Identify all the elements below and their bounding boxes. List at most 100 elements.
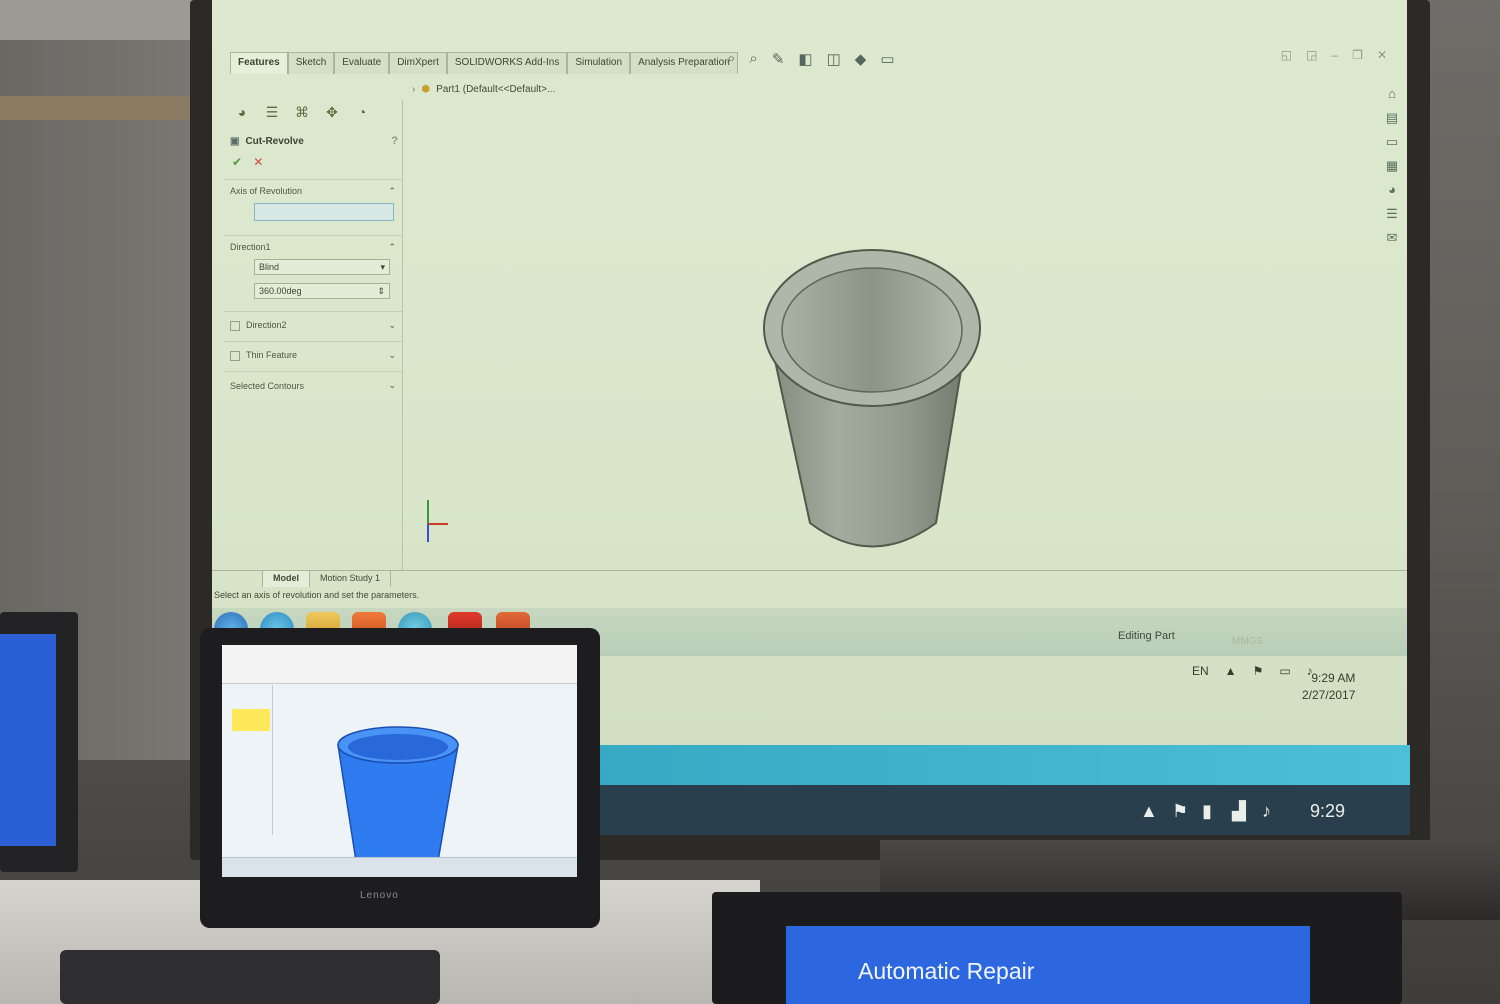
left-monitor-screen [0, 634, 56, 846]
lower-signal-icon[interactable]: ▟ [1232, 801, 1246, 822]
caret-right-icon[interactable]: › [412, 84, 415, 95]
forum-icon[interactable]: ✉ [1382, 230, 1402, 248]
tab-addins[interactable]: SOLIDWORKS Add-Ins [446, 52, 568, 74]
display-manager-icon[interactable]: ◔ [352, 104, 372, 121]
lower-flag-icon[interactable]: ⚑ [1172, 801, 1188, 822]
ok-check-icon[interactable]: ✔ [232, 155, 242, 169]
taskbar-clock[interactable]: 9:29 AM 2/27/2017 [1302, 670, 1355, 704]
lower-volume-icon[interactable]: ♪ [1262, 801, 1271, 822]
wall-trim [0, 96, 200, 120]
tile-icon[interactable]: ◱ [1281, 48, 1292, 62]
monitor-message-box [232, 709, 270, 731]
display-monitor-icon[interactable]: ▭ [880, 50, 894, 68]
tab-dimxpert[interactable]: DimXpert [389, 52, 447, 74]
thin-feature-label: Thin Feature [246, 350, 298, 361]
tab-evaluate[interactable]: Evaluate [334, 52, 390, 74]
feature-title: ▣ Cut-Revolve ? [230, 135, 402, 147]
expand-icon[interactable]: ⌄ [388, 320, 396, 331]
lower-show-hidden-icon[interactable]: ▲ [1140, 801, 1158, 822]
editing-mode-label: Editing Part [1118, 630, 1175, 642]
tab-simulation[interactable]: Simulation [567, 52, 631, 74]
status-message: Select an axis of revolution and set the… [214, 590, 420, 600]
language-indicator[interactable]: EN [1192, 664, 1209, 678]
cancel-x-icon[interactable]: ✕ [253, 155, 263, 169]
monitor-brand-logo: Lenovo [360, 890, 399, 901]
feature-title-text: Cut-Revolve [245, 135, 304, 147]
previous-view-icon[interactable]: ✎ [772, 50, 785, 68]
angle-value: 360.00deg [259, 286, 302, 296]
window-controls: ◱ ◲ – ❐ ✕ [1281, 48, 1387, 62]
expand-icon[interactable]: ⌄ [388, 380, 396, 391]
view-orientation-icon[interactable]: ◫ [827, 50, 841, 68]
model-tabs: Model Motion Study 1 [212, 570, 1407, 587]
display-style-icon[interactable]: ◆ [855, 50, 867, 68]
command-manager-tabs: Features Sketch Evaluate DimXpert SOLIDW… [230, 52, 738, 74]
home-icon[interactable]: ⌂ [1382, 86, 1402, 104]
direction1-label: Direction1 [230, 242, 271, 252]
collapse-icon[interactable]: ⌃ [388, 242, 396, 253]
lower-battery-icon[interactable]: ▮ [1202, 801, 1212, 822]
design-library-icon[interactable]: ▤ [1382, 110, 1402, 128]
configuration-manager-icon[interactable]: ⌘ [292, 104, 312, 121]
dimxpert-manager-icon[interactable]: ✥ [322, 104, 342, 121]
automatic-repair-title: Automatic Repair [858, 958, 1035, 984]
network-icon[interactable]: ▭ [1279, 664, 1290, 678]
blue-cup-model [337, 726, 459, 868]
feature-manager-icon[interactable]: ◕ [232, 104, 252, 121]
view-palette-icon[interactable]: ▦ [1382, 158, 1402, 176]
lower-taskbar-tray: ▲ ⚑ ▮ ▟ ♪ 9:29 [590, 785, 1410, 835]
file-explorer-icon[interactable]: ▭ [1382, 134, 1402, 152]
units-label[interactable]: MMGS [1232, 636, 1263, 647]
ceiling-panel [0, 0, 200, 40]
axis-group-label: Axis of Revolution [230, 186, 303, 196]
thin-feature-checkbox[interactable] [230, 350, 240, 361]
action-center-flag-icon[interactable]: ⚑ [1253, 664, 1264, 678]
direction2-row[interactable]: Direction2 ⌄ [224, 311, 402, 333]
monitor-property-panel [228, 685, 273, 835]
direction2-label: Direction2 [246, 320, 287, 331]
appearances-icon[interactable]: ◕ [1382, 182, 1402, 200]
chevron-down-icon: ▾ [380, 261, 385, 272]
selected-contours-row[interactable]: Selected Contours ⌄ [224, 371, 402, 393]
tab-sketch[interactable]: Sketch [287, 52, 335, 74]
flyout-feature-tree[interactable]: › ⬢ Part1 (Default<<Default>... [412, 84, 555, 95]
axis-selection-box[interactable] [254, 203, 394, 221]
property-manager: ◕ ☰ ⌘ ✥ ◔ ▣ Cut-Revolve ? ✔ ✕ Axis of Re… [224, 100, 403, 570]
tab-analysis-preparation[interactable]: Analysis Preparation [630, 52, 738, 74]
collapse-icon[interactable]: ⌃ [388, 186, 396, 197]
thin-feature-row[interactable]: Thin Feature ⌄ [224, 341, 402, 363]
reference-triad [427, 500, 448, 542]
tab-placeholder [212, 571, 263, 587]
expand-icon[interactable]: ⌄ [388, 350, 396, 361]
heads-up-view-toolbar: ⌕ ⌕ ✎ ◧ ◫ ◆ ▭ [727, 50, 895, 68]
tile-icon-2[interactable]: ◲ [1306, 48, 1317, 62]
tab-features[interactable]: Features [230, 52, 288, 74]
minimize-icon[interactable]: – [1331, 48, 1338, 62]
angle-spinner[interactable]: 360.00deg ⇕ [254, 283, 390, 299]
tab-motion-study[interactable]: Motion Study 1 [310, 571, 392, 587]
clock-time: 9:29 AM [1311, 671, 1356, 685]
property-manager-icon[interactable]: ☰ [262, 104, 282, 121]
close-icon[interactable]: ✕ [1377, 48, 1387, 62]
lower-clock[interactable]: 9:29 [1310, 801, 1345, 822]
ok-cancel: ✔ ✕ [232, 155, 402, 169]
tab-model[interactable]: Model [263, 571, 310, 587]
direction2-checkbox[interactable] [230, 320, 240, 331]
revolved-cup-model [763, 249, 981, 548]
manager-tabs: ◕ ☰ ⌘ ✥ ◔ [224, 100, 402, 125]
end-condition-select[interactable]: Blind ▾ [254, 259, 390, 275]
spinner-arrows-icon[interactable]: ⇕ [377, 286, 385, 297]
cut-revolve-icon: ▣ [230, 135, 240, 147]
zoom-to-fit-icon[interactable]: ⌕ [727, 50, 735, 68]
direction1-group: Direction1 ⌃ Blind ▾ 360.00deg ⇕ [224, 235, 402, 303]
section-view-icon[interactable]: ◧ [798, 50, 812, 68]
keyboard [60, 950, 440, 1004]
lower-taskbar-accent [590, 745, 1410, 785]
clock-date: 2/27/2017 [1302, 688, 1356, 702]
show-hidden-icon[interactable]: ▲ [1225, 664, 1237, 678]
zoom-area-icon[interactable]: ⌕ [749, 50, 757, 68]
help-icon[interactable]: ? [391, 135, 398, 147]
end-condition-value: Blind [259, 262, 280, 272]
restore-icon[interactable]: ❐ [1352, 48, 1363, 62]
custom-properties-icon[interactable]: ☰ [1382, 206, 1402, 224]
